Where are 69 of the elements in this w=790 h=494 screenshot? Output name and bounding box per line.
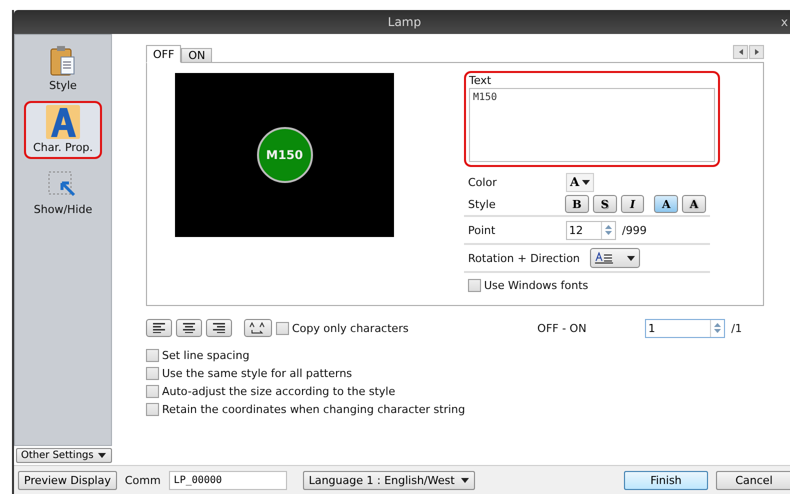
- windows-fonts-checkbox-label[interactable]: Use Windows fonts: [468, 276, 588, 294]
- right-arrow-icon: [754, 49, 758, 55]
- checkbox[interactable]: [468, 278, 481, 292]
- align-button[interactable]: [176, 319, 202, 337]
- point-spinner[interactable]: 12: [566, 220, 616, 240]
- align-center-icon: [183, 323, 195, 333]
- comm-label: Comm: [124, 474, 161, 486]
- language-dropdown[interactable]: Language 1 : English/West: [302, 470, 475, 490]
- option-checkbox-label[interactable]: Auto-adjust the size according to the style: [146, 382, 764, 400]
- align-right-icon: [213, 323, 225, 333]
- sidebar-item[interactable]: Style: [24, 39, 102, 97]
- point-max: /999: [622, 224, 647, 236]
- window-title: Lamp: [386, 15, 422, 29]
- text-direction-icon: [595, 252, 613, 264]
- sidebar-item-label: Char. Prop.: [33, 141, 93, 154]
- cancel-button[interactable]: Cancel: [716, 470, 790, 490]
- color-picker[interactable]: A: [566, 172, 594, 192]
- other-settings-dropdown[interactable]: Other Settings: [16, 448, 112, 463]
- clipboard-icon: [50, 45, 76, 77]
- rotation-label: Rotation + Direction: [468, 252, 581, 264]
- off-on-label: OFF - ON: [537, 322, 588, 334]
- preview-display-button[interactable]: Preview Display: [18, 470, 117, 490]
- left-arrow-icon: [738, 49, 742, 55]
- align-button[interactable]: [146, 319, 172, 337]
- caret-icon: [582, 180, 590, 184]
- off-on-spinner[interactable]: 1: [645, 318, 726, 338]
- align-left-icon: [153, 323, 165, 333]
- letter-a-icon: [46, 105, 80, 139]
- shadow-style-button[interactable]: S: [592, 195, 617, 213]
- normal-style-button[interactable]: A: [654, 195, 678, 213]
- off-on-max: /1: [731, 322, 742, 334]
- caret-icon: [460, 478, 469, 482]
- color-label: Color: [468, 176, 498, 188]
- direction-dropdown[interactable]: [590, 248, 640, 268]
- scroll-left-button[interactable]: [733, 45, 748, 59]
- copy-format-button[interactable]: [244, 319, 272, 337]
- text-label: Text: [469, 74, 492, 87]
- align-button[interactable]: [206, 319, 232, 337]
- checkbox[interactable]: [146, 366, 159, 380]
- close-button[interactable]: x: [780, 15, 788, 29]
- copy-format-icon: [249, 322, 267, 334]
- scroll-right-button[interactable]: [749, 45, 764, 59]
- sidebar-item[interactable]: Char. Prop.: [24, 101, 102, 159]
- style-label: Style: [468, 198, 497, 210]
- copy-only-checkbox-label[interactable]: Copy only characters: [276, 319, 409, 337]
- option-checkbox-label[interactable]: Retain the coordinates when changing character string: [146, 400, 764, 418]
- point-label: Point: [468, 224, 496, 236]
- caret-icon: [98, 453, 106, 458]
- option-checkbox-label[interactable]: Set line spacing: [146, 346, 764, 364]
- sidebar-item[interactable]: Show/Hide: [24, 163, 102, 221]
- outline-style-button[interactable]: A: [682, 195, 706, 213]
- spin-arrows-icon[interactable]: [605, 224, 612, 236]
- sidebar-item-label: Show/Hide: [34, 203, 92, 216]
- italic-style-button[interactable]: I: [620, 195, 644, 213]
- tab[interactable]: OFF: [146, 45, 182, 63]
- bold-style-button[interactable]: B: [565, 195, 589, 213]
- checkbox[interactable]: [276, 322, 289, 334]
- spin-arrows-icon[interactable]: [714, 322, 722, 334]
- checkbox[interactable]: [146, 384, 159, 398]
- checkbox[interactable]: [146, 348, 159, 362]
- caret-icon: [627, 256, 635, 260]
- option-checkbox-label[interactable]: Use the same style for all patterns: [146, 364, 764, 382]
- finish-button[interactable]: Finish: [624, 470, 708, 490]
- sidebar-item-label: Style: [49, 79, 77, 92]
- text-field[interactable]: M150: [469, 88, 715, 162]
- tab[interactable]: ON: [181, 48, 212, 63]
- comm-field[interactable]: LP_00000: [168, 470, 287, 490]
- checkbox[interactable]: [146, 402, 159, 416]
- lamp: M150: [256, 127, 312, 183]
